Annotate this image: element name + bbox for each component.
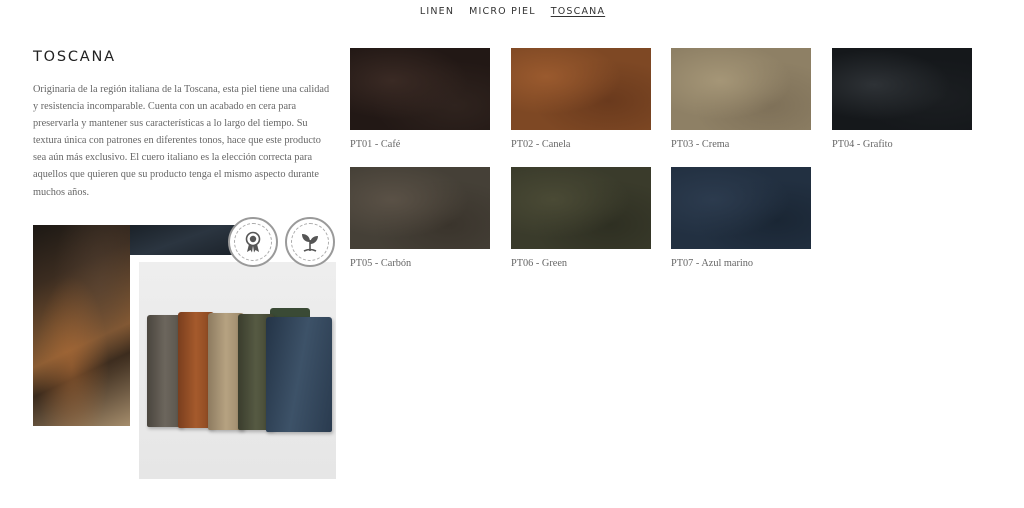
tab-micro-piel[interactable]: MICRO PIEL	[468, 6, 536, 17]
swatch-label: PT06 - Green	[511, 258, 568, 269]
swatch-label: PT07 - Azul marino	[671, 258, 754, 269]
swatch-pt01[interactable]: PT01 - Café	[350, 48, 490, 150]
swatch-image[interactable]	[671, 48, 811, 130]
swatch-label: PT05 - Carbón	[350, 258, 412, 269]
swatch-image[interactable]	[511, 167, 651, 249]
swatch-image[interactable]	[511, 48, 651, 130]
material-tabs: LINEN MICRO PIEL TOSCANA	[0, 6, 1024, 17]
award-ribbon-icon	[228, 217, 278, 267]
swatch-pt03[interactable]: PT03 - Crema	[671, 48, 811, 150]
swatch-label: PT04 - Grafito	[832, 139, 893, 150]
leather-closeup-image-edge	[130, 225, 235, 255]
swatch-image[interactable]	[671, 167, 811, 249]
swatch-image[interactable]	[350, 167, 490, 249]
collection-description: Originaria de la región italiana de la T…	[33, 84, 330, 198]
swatch-pt06[interactable]: PT06 - Green	[511, 167, 651, 269]
leather-closeup-image	[33, 225, 130, 426]
swatch-image[interactable]	[832, 48, 972, 130]
eco-plant-icon	[285, 217, 335, 267]
swatch-pt02[interactable]: PT02 - Canela	[511, 48, 651, 150]
swatch-pt07[interactable]: PT07 - Azul marino	[671, 167, 811, 269]
swatch-pt05[interactable]: PT05 - Carbón	[350, 167, 490, 269]
leather-samples-image	[139, 262, 336, 479]
swatch-label: PT02 - Canela	[511, 139, 571, 150]
swatch-label: PT01 - Café	[350, 139, 401, 150]
swatch-pt04[interactable]: PT04 - Grafito	[832, 48, 972, 150]
tab-toscana[interactable]: TOSCANA	[550, 6, 605, 17]
swatch-label: PT03 - Crema	[671, 139, 730, 150]
tab-linen[interactable]: LINEN	[419, 6, 454, 17]
collection-title: TOSCANA	[33, 49, 116, 65]
swatch-image[interactable]	[350, 48, 490, 130]
